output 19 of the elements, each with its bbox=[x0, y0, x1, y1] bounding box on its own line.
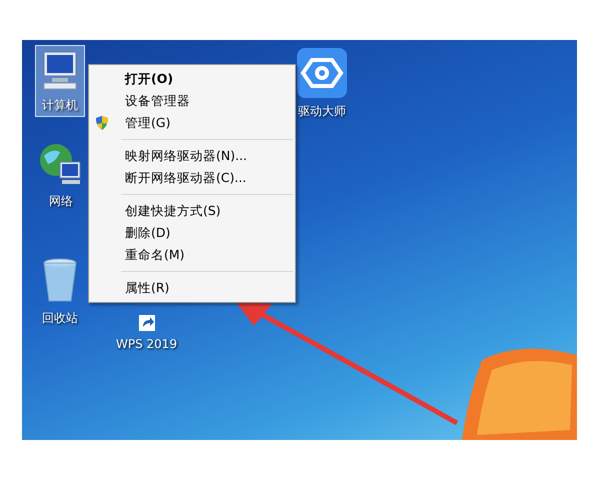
desktop-icon[interactable]: 驱动大师 bbox=[292, 46, 352, 122]
menu-item[interactable]: 断开网络驱动器(C)... bbox=[89, 167, 295, 189]
icon-label: 网络 bbox=[49, 193, 73, 210]
desktop-icon[interactable]: 计算机 bbox=[36, 46, 84, 116]
menu-item[interactable]: 重命名(M) bbox=[89, 244, 295, 266]
desktop-icon[interactable]: 网络 bbox=[36, 140, 86, 212]
menu-item[interactable]: 管理(G) bbox=[89, 112, 295, 134]
menu-item[interactable]: 打开(O) bbox=[89, 68, 295, 90]
icon-label: 回收站 bbox=[42, 310, 78, 327]
menu-item[interactable]: 删除(D) bbox=[89, 222, 295, 244]
menu-item[interactable]: 设备管理器 bbox=[89, 90, 295, 112]
icon-label: 计算机 bbox=[42, 97, 78, 114]
menu-item[interactable]: 映射网络驱动器(N)... bbox=[89, 145, 295, 167]
menu-item[interactable]: 属性(R) bbox=[89, 277, 295, 299]
menu-item[interactable]: 创建快捷方式(S) bbox=[89, 200, 295, 222]
icon-label: 驱动大师 bbox=[298, 103, 346, 120]
shield-icon bbox=[95, 115, 109, 131]
desktop-icon[interactable]: 回收站 bbox=[36, 255, 84, 329]
icon-label: WPS 2019 bbox=[116, 336, 178, 353]
